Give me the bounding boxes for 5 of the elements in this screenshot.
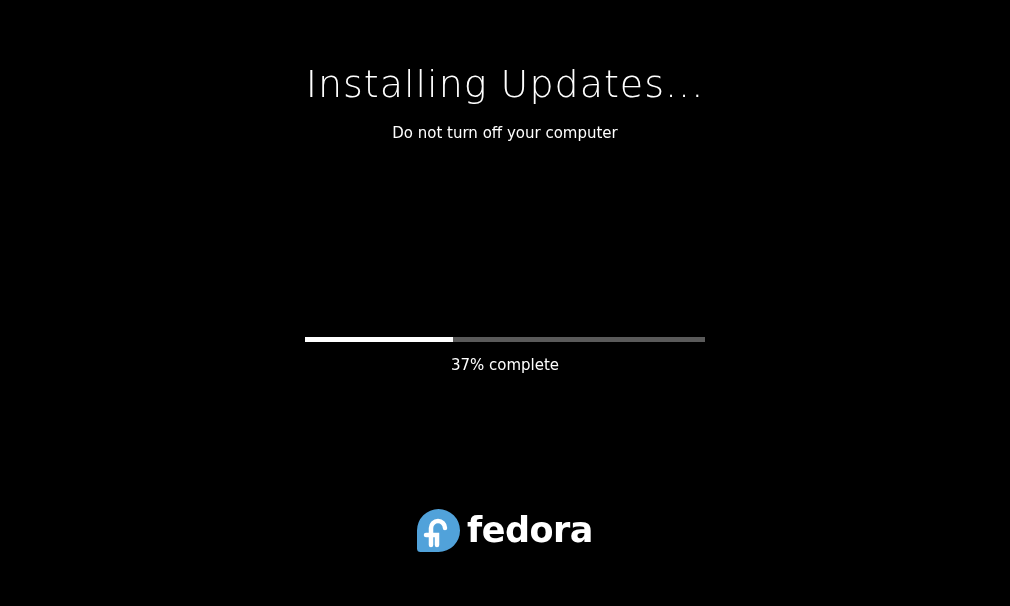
logo-icon bbox=[417, 509, 460, 552]
progress-label: 37% complete bbox=[450, 355, 560, 375]
subtitle: Do not turn off your computer bbox=[392, 123, 618, 143]
logo-wordmark: fedora bbox=[467, 509, 593, 552]
title: Installing Updates... bbox=[305, 61, 705, 108]
